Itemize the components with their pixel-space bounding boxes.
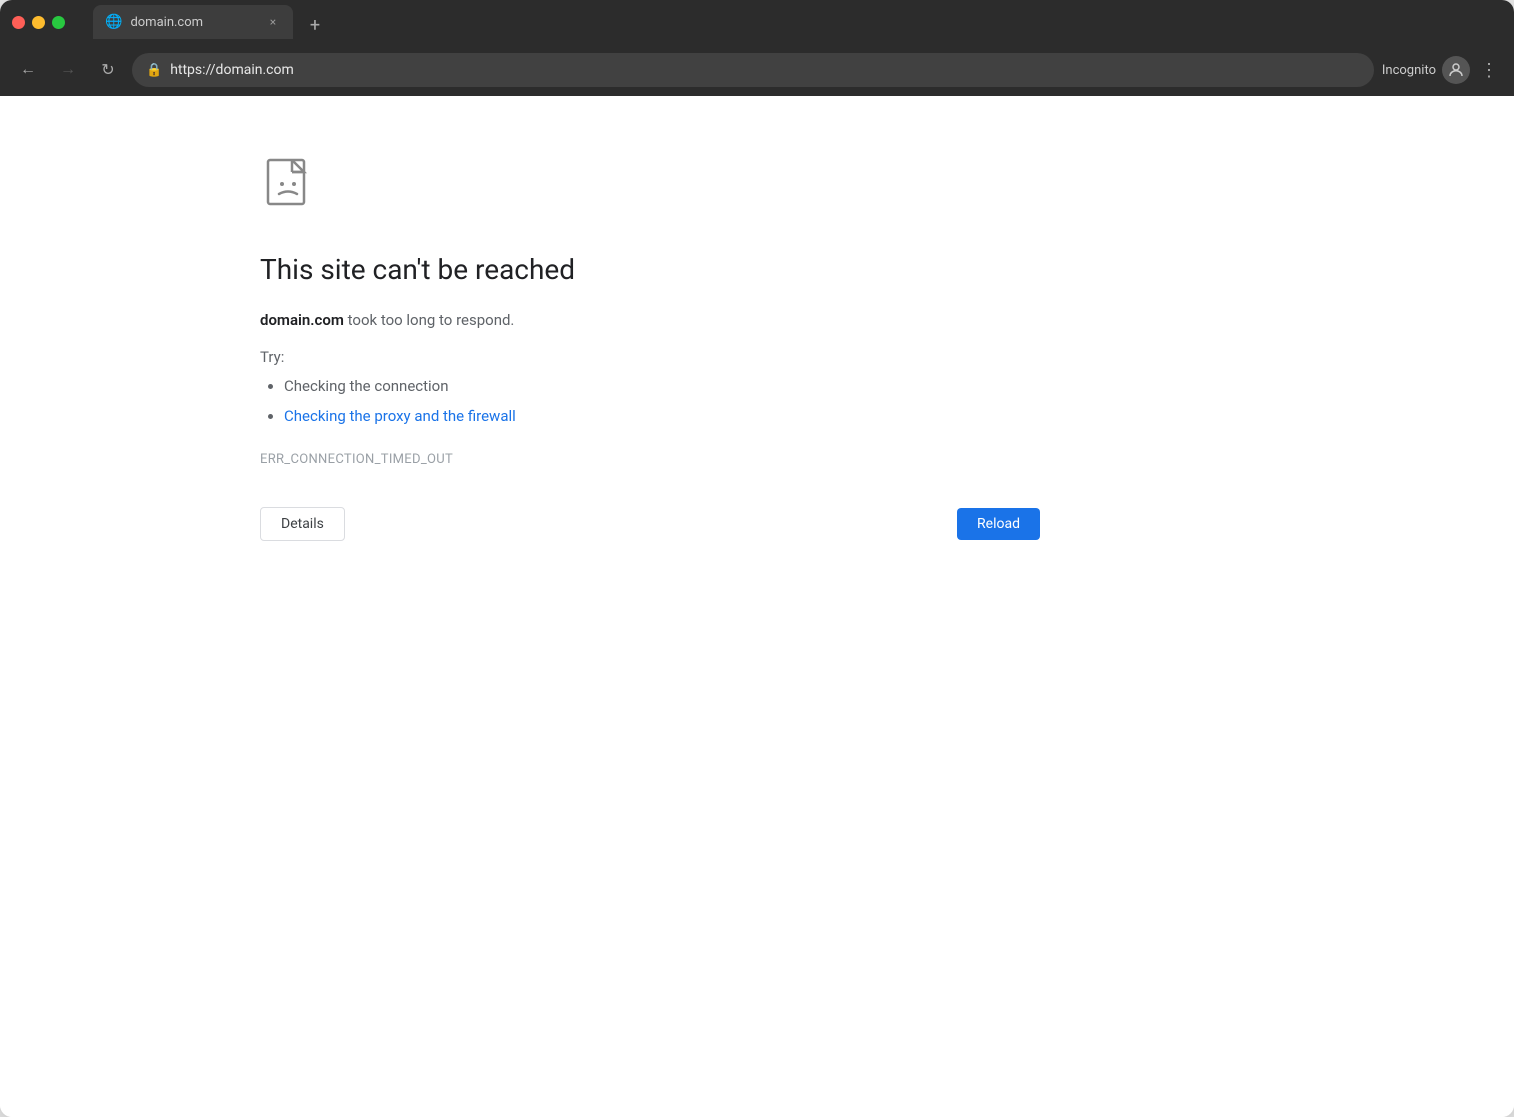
reload-button[interactable]: ↻ xyxy=(92,54,124,86)
nav-bar: ← → ↻ 🔒 https://domain.com Incognito ⋮ xyxy=(0,44,1514,96)
tab-title: domain.com xyxy=(130,15,257,30)
error-domain: domain.com xyxy=(260,311,344,329)
traffic-lights xyxy=(12,16,65,29)
page-content: This site can't be reached domain.com to… xyxy=(0,96,1514,1117)
reload-page-button[interactable]: Reload xyxy=(957,508,1040,540)
close-button[interactable] xyxy=(12,16,25,29)
browser-window: 🌐 domain.com × + ← → ↻ 🔒 https://domain.… xyxy=(0,0,1514,1117)
list-item: Checking the connection xyxy=(284,374,1040,398)
incognito-icon xyxy=(1442,56,1470,84)
error-icon xyxy=(260,156,1040,220)
try-label: Try: xyxy=(260,348,1040,366)
tab-favicon-icon: 🌐 xyxy=(105,14,122,30)
error-code: ERR_CONNECTION_TIMED_OUT xyxy=(260,452,1040,467)
new-tab-button[interactable]: + xyxy=(301,11,329,39)
list-item: Checking the proxy and the firewall xyxy=(284,404,1040,428)
suggestion-proxy-link[interactable]: Checking the proxy and the firewall xyxy=(284,407,516,425)
back-button[interactable]: ← xyxy=(12,54,44,86)
active-tab[interactable]: 🌐 domain.com × xyxy=(93,5,293,39)
nav-right-controls: Incognito ⋮ xyxy=(1382,56,1502,85)
error-heading: This site can't be reached xyxy=(260,252,1040,288)
error-body-suffix: took too long to respond. xyxy=(344,311,515,329)
button-row: Details Reload xyxy=(260,507,1040,541)
tab-bar: 🌐 domain.com × + xyxy=(81,5,1502,39)
incognito-label: Incognito xyxy=(1382,63,1436,78)
title-bar: 🌐 domain.com × + xyxy=(0,0,1514,44)
tab-close-button[interactable]: × xyxy=(265,14,281,30)
address-bar[interactable]: 🔒 https://domain.com xyxy=(132,53,1374,87)
minimize-button[interactable] xyxy=(32,16,45,29)
maximize-button[interactable] xyxy=(52,16,65,29)
details-button[interactable]: Details xyxy=(260,507,345,541)
error-body: domain.com took too long to respond. xyxy=(260,308,1040,332)
lock-icon: 🔒 xyxy=(146,63,162,78)
suggestion-connection: Checking the connection xyxy=(284,377,449,395)
menu-button[interactable]: ⋮ xyxy=(1476,56,1502,85)
suggestions-list: Checking the connection Checking the pro… xyxy=(260,374,1040,428)
url-display: https://domain.com xyxy=(170,62,1360,78)
error-container: This site can't be reached domain.com to… xyxy=(260,156,1040,467)
forward-button[interactable]: → xyxy=(52,54,84,86)
